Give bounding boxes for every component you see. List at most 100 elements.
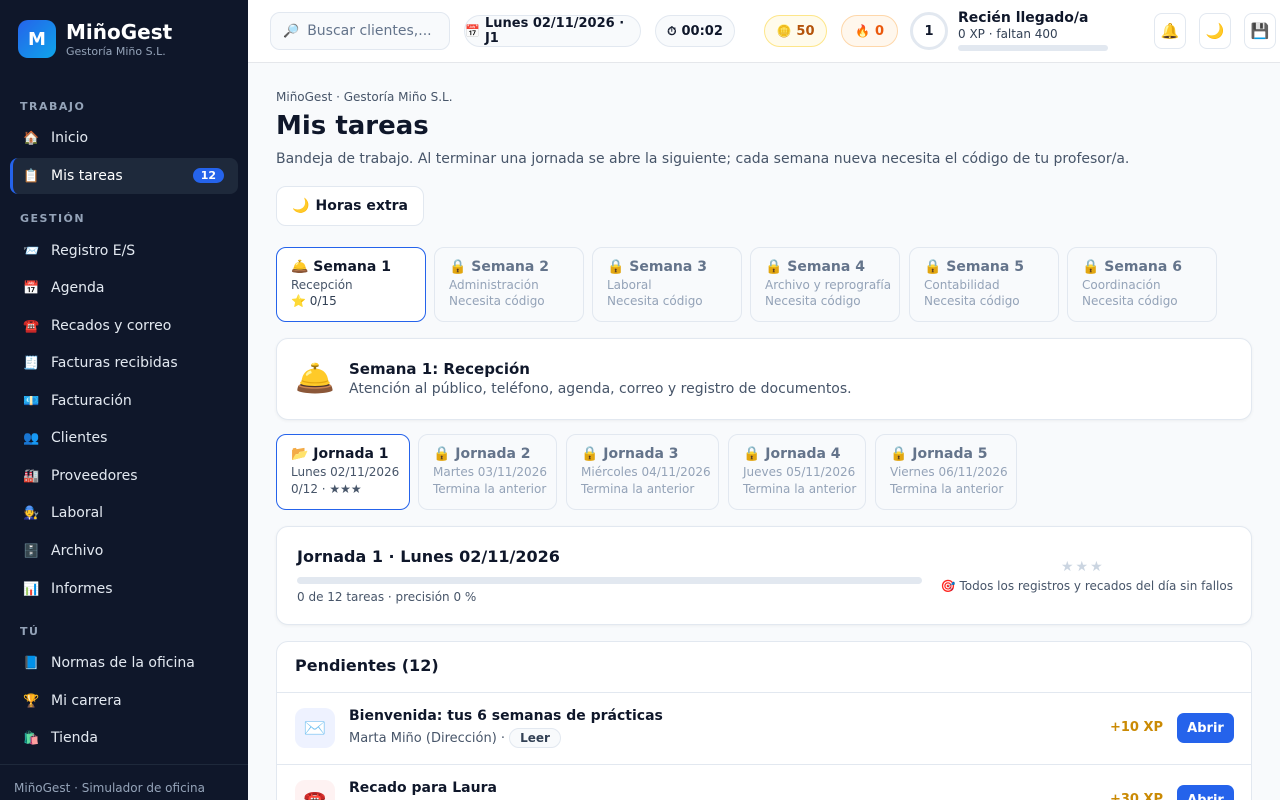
shopping-bag-icon: 🛍️ xyxy=(23,730,40,746)
sidebar-item-recados[interactable]: ☎️ Recados y correo xyxy=(10,308,238,344)
timer-value: 00:02 xyxy=(681,23,723,39)
pending-tasks-panel: Pendientes (12) ✉️ Bienvenida: tus 6 sem… xyxy=(276,641,1252,800)
save-button[interactable]: 💾 xyxy=(1244,13,1276,49)
moon-icon: 🌙 xyxy=(292,198,310,214)
receipt-icon: 🧾 xyxy=(23,355,40,371)
task-sender: Marta Miño (Dirección) · xyxy=(349,730,506,746)
page-description: Bandeja de trabajo. Al terminar una jorn… xyxy=(276,151,1130,167)
pending-heading: Pendientes (12) xyxy=(277,642,1251,693)
week-status: Necesita código xyxy=(449,294,545,308)
book-icon: 📘 xyxy=(23,655,40,671)
level-progress-bar xyxy=(958,45,1108,51)
level-info: Recién llegado/a 0 XP · faltan 400 xyxy=(958,10,1108,51)
sidebar-item-inicio[interactable]: 🏠 Inicio xyxy=(10,120,238,156)
task-title: Recado para Laura xyxy=(349,780,497,796)
brand-subtitle: Gestoría Miño S.L. xyxy=(66,44,166,58)
week-card-6[interactable]: 🔒 Semana 6 Coordinación Necesita código xyxy=(1067,247,1217,322)
inbox-icon: 📨 xyxy=(23,243,40,259)
calendar-icon: 📅 xyxy=(465,24,480,38)
sidebar-item-label: Registro E/S xyxy=(51,243,136,259)
sidebar-item-agenda[interactable]: 📅 Agenda xyxy=(10,270,238,306)
overtime-button[interactable]: 🌙 Horas extra xyxy=(276,186,424,226)
sidebar-item-label: Agenda xyxy=(51,280,105,296)
day-date: Martes 03/11/2026 xyxy=(433,465,547,479)
day-card-3[interactable]: 🔒 Jornada 3 Miércoles 04/11/2026 Termina… xyxy=(566,434,719,510)
week-card-4[interactable]: 🔒 Semana 4 Archivo y reprografía Necesit… xyxy=(750,247,900,322)
week-status: Necesita código xyxy=(607,294,703,308)
day-rating-stars: ★★★ xyxy=(1061,559,1105,575)
day-card-5[interactable]: 🔒 Jornada 5 Viernes 06/11/2026 Termina l… xyxy=(875,434,1017,510)
sidebar-item-mi-carrera[interactable]: 🏆 Mi carrera xyxy=(10,683,238,719)
week-area: Coordinación xyxy=(1082,278,1161,292)
nav-section-tu: TÚ xyxy=(20,625,40,638)
task-type-tag: Leer xyxy=(509,728,561,748)
coins-value: 50 xyxy=(796,23,815,39)
bellhop-bell-icon: 🛎️ xyxy=(295,359,335,397)
overtime-label: Horas extra xyxy=(315,198,408,214)
breadcrumb: MiñoGest · Gestoría Miño S.L. xyxy=(276,90,453,104)
brand-logo: M xyxy=(18,20,56,58)
week-card-5[interactable]: 🔒 Semana 5 Contabilidad Necesita código xyxy=(909,247,1059,322)
sidebar-item-informes[interactable]: 📊 Informes xyxy=(10,571,238,607)
week-card-2[interactable]: 🔒 Semana 2 Administración Necesita códig… xyxy=(434,247,584,322)
level-ring: 1 xyxy=(910,12,948,50)
week-card-3[interactable]: 🔒 Semana 3 Laboral Necesita código xyxy=(592,247,742,322)
theme-toggle-button[interactable]: 🌙 xyxy=(1199,13,1231,49)
sidebar: M MiñoGest Gestoría Miño S.L. TRABAJO 🏠 … xyxy=(0,0,248,800)
nav-section-gestion: GESTIÓN xyxy=(20,212,86,225)
week-title: 🔒 Semana 3 xyxy=(607,259,707,275)
notifications-button[interactable]: 🔔 xyxy=(1154,13,1186,49)
day-card-1[interactable]: 📂 Jornada 1 Lunes 02/11/2026 0/12 · ★★★ xyxy=(276,434,410,510)
day-status: Termina la anterior xyxy=(581,482,695,496)
sidebar-item-label: Mis tareas xyxy=(51,168,123,184)
task-count-badge: 12 xyxy=(192,168,224,183)
sidebar-item-facturas-recibidas[interactable]: 🧾 Facturas recibidas xyxy=(10,345,238,381)
week-status: Necesita código xyxy=(1082,294,1178,308)
open-task-button[interactable]: Abrir xyxy=(1177,713,1234,743)
bell-icon: 🔔 xyxy=(1160,22,1180,40)
day-status: 0/12 · ★★★ xyxy=(291,482,362,496)
clipboard-icon: 📋 xyxy=(23,168,40,184)
sidebar-item-label: Normas de la oficina xyxy=(51,655,195,671)
day-status: Termina la anterior xyxy=(743,482,857,496)
sidebar-item-label: Laboral xyxy=(51,505,104,521)
sidebar-item-laboral[interactable]: 🧑‍🔧 Laboral xyxy=(10,495,238,531)
level-title: Recién llegado/a xyxy=(958,10,1089,26)
calendar-icon: 📅 xyxy=(23,280,40,296)
sidebar-item-archivo[interactable]: 🗄️ Archivo xyxy=(10,533,238,569)
sidebar-item-label: Informes xyxy=(51,581,113,597)
streak-value: 0 xyxy=(874,23,884,39)
sidebar-item-normas[interactable]: 📘 Normas de la oficina xyxy=(10,645,238,681)
sidebar-item-label: Facturas recibidas xyxy=(51,355,178,371)
search-input[interactable]: 🔎 Buscar clientes,... xyxy=(270,12,450,50)
week-status: Necesita código xyxy=(765,294,861,308)
sidebar-item-mis-tareas[interactable]: 📋 Mis tareas 12 xyxy=(10,158,238,194)
day-stats: 0 de 12 tareas · precisión 0 % xyxy=(297,590,477,604)
task-meta: Marta Miño (Dirección) · Leer xyxy=(349,728,561,748)
sidebar-item-registro[interactable]: 📨 Registro E/S xyxy=(10,233,238,269)
telephone-icon: ☎️ xyxy=(295,780,335,800)
coins-chip: 🪙 50 xyxy=(764,15,827,47)
week-area: Laboral xyxy=(607,278,652,292)
brand[interactable]: M MiñoGest Gestoría Miño S.L. xyxy=(18,20,172,58)
open-task-button[interactable]: Abrir xyxy=(1177,785,1234,800)
sidebar-item-tienda[interactable]: 🛍️ Tienda xyxy=(10,720,238,756)
sidebar-item-label: Proveedores xyxy=(51,468,138,484)
day-card-2[interactable]: 🔒 Jornada 2 Martes 03/11/2026 Termina la… xyxy=(418,434,557,510)
task-row[interactable]: ☎️ Recado para Laura +30 XP Abrir xyxy=(277,765,1251,800)
sidebar-item-facturacion[interactable]: 💶 Facturación xyxy=(10,383,238,419)
search-icon: 🔎 xyxy=(283,23,300,39)
sidebar-item-clientes[interactable]: 👥 Clientes xyxy=(10,420,238,456)
topbar: 🔎 Buscar clientes,... 📅 Lunes 02/11/2026… xyxy=(248,0,1280,63)
sidebar-item-proveedores[interactable]: 🏭 Proveedores xyxy=(10,458,238,494)
day-title: 🔒 Jornada 5 xyxy=(890,446,988,462)
week-card-1[interactable]: 🛎️ Semana 1 Recepción ⭐ 0/15 xyxy=(276,247,426,322)
sidebar-footer: MiñoGest · Simulador de oficina xyxy=(0,764,248,800)
sidebar-item-label: Archivo xyxy=(51,543,104,559)
task-row[interactable]: ✉️ Bienvenida: tus 6 semanas de práctica… xyxy=(277,693,1251,765)
week-title: 🔒 Semana 2 xyxy=(449,259,549,275)
trophy-icon: 🏆 xyxy=(23,693,40,709)
search-placeholder: Buscar clientes,... xyxy=(307,23,432,39)
worker-icon: 🧑‍🔧 xyxy=(23,505,40,521)
day-card-4[interactable]: 🔒 Jornada 4 Jueves 05/11/2026 Termina la… xyxy=(728,434,866,510)
